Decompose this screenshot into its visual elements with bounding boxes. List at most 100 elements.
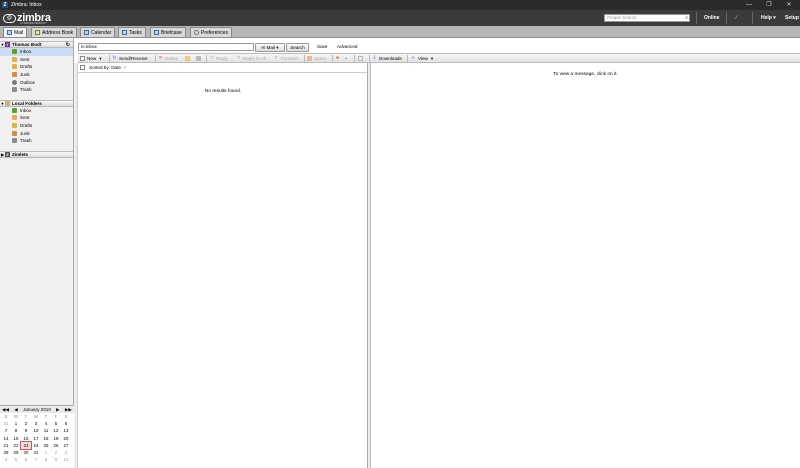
folder-sent[interactable]: Sent (0, 56, 73, 64)
forward-button[interactable]: ↱ Forward (274, 54, 297, 63)
tab-calendar[interactable]: Calendar (80, 27, 116, 37)
next-month-icon[interactable]: ▶ (56, 407, 60, 413)
calendar-day[interactable]: 3 (61, 449, 71, 456)
tab-preferences[interactable]: Preferences (190, 27, 232, 37)
calendar-day[interactable]: 11 (41, 427, 51, 434)
search-input[interactable]: in:inbox (78, 43, 254, 51)
save-search-button[interactable]: Save (317, 44, 327, 49)
folder-outbox[interactable]: Outbox (0, 78, 73, 86)
downloads-button[interactable]: ⇩ Downloads (372, 54, 401, 63)
sort-label[interactable]: Sorted by: Date (89, 65, 121, 70)
calendar-day[interactable]: 12 (51, 427, 61, 434)
setup-menu[interactable]: Setup (785, 13, 799, 23)
calendar-day[interactable]: 15 (11, 435, 21, 442)
calendar-day[interactable]: 2 (21, 420, 31, 427)
account-header[interactable]: ▼ Y Thomas Bodt ↻ (0, 41, 73, 48)
tab-tasks[interactable]: Tasks (118, 27, 146, 37)
calendar-day[interactable]: 29 (11, 449, 21, 456)
calendar-day[interactable]: 1 (41, 449, 51, 456)
reply-button[interactable]: ↰ Reply (209, 54, 227, 63)
local-folder-sent[interactable]: Sent (0, 114, 73, 122)
view-menu-button[interactable]: ◐ View ▾ (411, 54, 433, 63)
move-button[interactable] (185, 54, 192, 63)
folder-trash[interactable]: Trash (0, 86, 73, 94)
zimlets-header[interactable]: ▶ Z Zimlets (0, 150, 73, 158)
reply-all-button[interactable]: ↰ Reply to All (236, 54, 266, 63)
calendar-day-today[interactable]: 23 (20, 440, 32, 450)
calendar-day[interactable]: 13 (61, 427, 71, 434)
calendar-day[interactable]: 31 (1, 420, 11, 427)
calendar-day[interactable]: 1 (11, 420, 21, 427)
calendar-day[interactable]: 6 (21, 456, 31, 463)
search-button[interactable]: Search (286, 42, 309, 52)
folder-drafts[interactable]: Drafts (0, 63, 73, 71)
local-folder-junk[interactable]: Junk (0, 129, 73, 137)
spam-button[interactable]: Spam (307, 54, 326, 63)
select-all-checkbox[interactable] (80, 65, 85, 70)
local-folder-drafts[interactable]: Drafts (0, 122, 73, 130)
calendar-day[interactable]: 9 (51, 456, 61, 463)
calendar-day[interactable]: 18 (41, 435, 51, 442)
calendar-day[interactable]: 16 (21, 435, 31, 442)
calendar-day[interactable]: 27 (61, 442, 71, 449)
folder-junk[interactable]: Junk (0, 71, 73, 79)
calendar-day[interactable]: 25 (41, 442, 51, 449)
folder-inbox[interactable]: Inbox (0, 48, 73, 56)
zimlets-icon: Z (5, 151, 10, 157)
delete-button[interactable]: ✕ Delete (158, 54, 178, 63)
help-menu[interactable]: Help ▾ (761, 13, 776, 23)
print-button[interactable] (196, 54, 203, 63)
calendar-day[interactable]: 24 (31, 442, 41, 449)
account-header[interactable]: ▼ Local Folders (0, 99, 73, 107)
calendar-day[interactable]: 21 (1, 442, 11, 449)
search-type-dropdown[interactable]: ✉ Mail ▾ (255, 42, 285, 52)
advanced-search-button[interactable]: Advanced (337, 44, 357, 49)
tab-label: Calendar (91, 29, 112, 36)
close-button[interactable]: ✕ (779, 0, 799, 10)
tab-briefcase[interactable]: Briefcase (150, 27, 186, 37)
calendar-day[interactable]: 4 (41, 420, 51, 427)
calendar-day[interactable]: 2 (51, 449, 61, 456)
calendar-day[interactable]: 3 (31, 420, 41, 427)
calendar-day[interactable]: 7 (1, 427, 11, 434)
calendar-day[interactable]: 31 (31, 449, 41, 456)
tab-address-book[interactable]: Address Book (31, 27, 78, 37)
calendar-day[interactable]: 30 (21, 449, 31, 456)
search-icon[interactable]: ⌕ (685, 15, 688, 21)
calendar-day[interactable]: 8 (41, 456, 51, 463)
calendar-day[interactable]: 19 (51, 435, 61, 442)
calendar-day[interactable]: 28 (1, 449, 11, 456)
new-button[interactable]: New ▾ (80, 54, 102, 63)
feather-icon[interactable]: ⁄ (736, 13, 737, 23)
next-year-icon[interactable]: ▶▶ (65, 407, 72, 413)
send-receive-button[interactable]: ↻ Send/Receive (112, 54, 147, 63)
calendar-day[interactable]: 9 (21, 427, 31, 434)
calendar-day[interactable]: 4 (1, 456, 11, 463)
calendar-day[interactable]: 14 (1, 435, 11, 442)
calendar-day[interactable]: 17 (31, 435, 41, 442)
refresh-icon[interactable]: ↻ (66, 42, 70, 48)
calendar-day[interactable]: 22 (11, 442, 21, 449)
calendar-day[interactable]: 10 (31, 427, 41, 434)
minimize-button[interactable]: — (739, 0, 759, 10)
calendar-day[interactable]: 20 (61, 435, 71, 442)
calendar-day[interactable]: 5 (11, 456, 21, 463)
calendar-day[interactable]: 26 (51, 442, 61, 449)
toolbar-divider (206, 55, 207, 62)
local-folder-inbox[interactable]: Inbox (0, 107, 73, 115)
tab-mail[interactable]: Mail (3, 27, 28, 37)
sort-chevron-icon[interactable]: ▿ (124, 65, 126, 71)
prev-year-icon[interactable]: ◀◀ (2, 407, 9, 413)
detach-button[interactable] (358, 54, 365, 63)
tag-button[interactable]: ⬥ ▾ (335, 54, 348, 63)
calendar-day[interactable]: 7 (31, 456, 41, 463)
restore-button[interactable]: ❐ (759, 0, 779, 10)
calendar-day[interactable]: 10 (61, 456, 71, 463)
people-search-input[interactable]: People Search ⌕ (604, 14, 690, 22)
calendar-day[interactable]: 6 (61, 420, 71, 427)
online-status[interactable]: Online (704, 13, 720, 23)
calendar-day[interactable]: 8 (11, 427, 21, 434)
local-folder-trash[interactable]: Trash (0, 137, 73, 145)
prev-month-icon[interactable]: ◀ (14, 407, 18, 413)
calendar-day[interactable]: 5 (51, 420, 61, 427)
